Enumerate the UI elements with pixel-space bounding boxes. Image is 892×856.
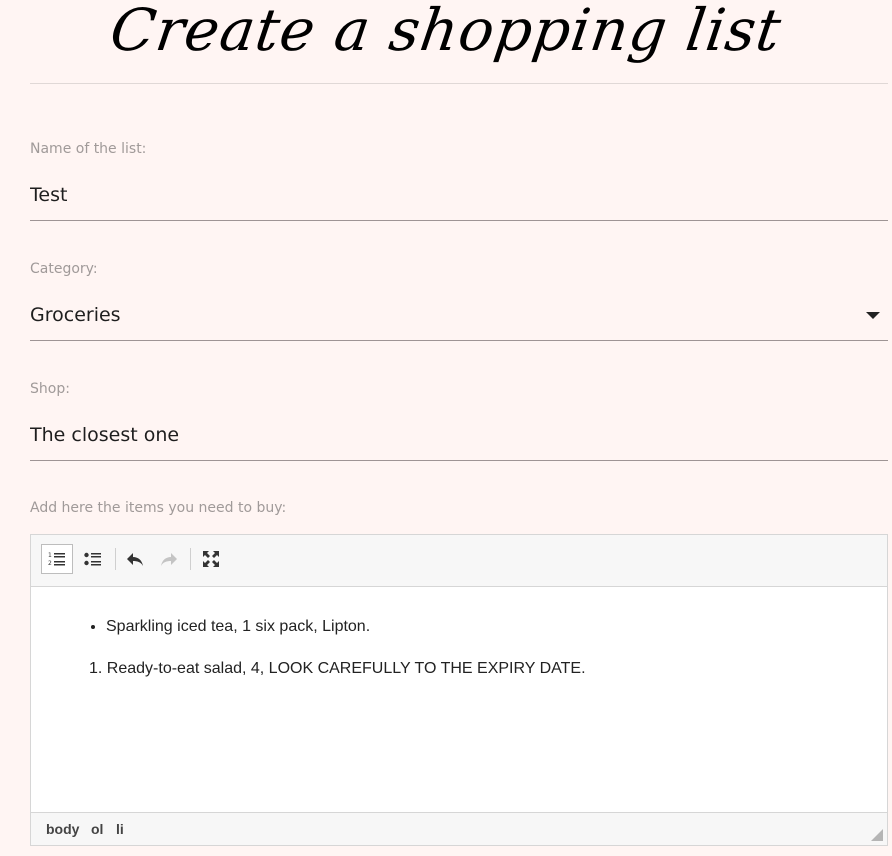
list-name-underline — [30, 220, 888, 221]
svg-text:1: 1 — [48, 552, 52, 559]
resize-handle-icon[interactable] — [871, 829, 883, 841]
path-crumb-li[interactable]: li — [116, 821, 124, 837]
shop-label: Shop: — [30, 381, 70, 397]
bulleted-list: Sparkling iced tea, 1 six pack, Lipton. — [106, 617, 370, 637]
items-field-group: Add here the items you need to buy: — [30, 500, 888, 518]
path-crumb-ol[interactable]: ol — [91, 821, 103, 837]
toolbar-separator — [115, 548, 116, 570]
redo-button[interactable] — [153, 544, 185, 574]
title-divider — [30, 83, 888, 84]
shop-field-group: Shop: — [30, 381, 888, 463]
shop-input[interactable] — [30, 423, 888, 447]
redo-icon — [161, 553, 177, 566]
category-selected-value: Groceries — [30, 304, 121, 326]
list-name-input[interactable] — [30, 183, 888, 207]
list-name-label: Name of the list: — [30, 141, 147, 157]
rich-text-editor: 1 2 • Sparkling iced tea, 1 six pack, Li… — [30, 534, 888, 846]
list-item: 1. Ready-to-eat salad, 4, LOOK CAREFULLY… — [89, 659, 586, 679]
numbered-list-icon: 1 2 — [48, 552, 65, 567]
category-underline — [30, 340, 888, 341]
numbered-list-button[interactable]: 1 2 — [41, 544, 73, 574]
items-label: Add here the items you need to buy: — [30, 500, 287, 516]
editor-content[interactable]: Sparkling iced tea, 1 six pack, Lipton. … — [31, 587, 887, 811]
bulleted-list-button[interactable] — [77, 544, 109, 574]
list-name-field-group: Name of the list: — [30, 141, 888, 223]
shop-underline — [30, 460, 888, 461]
list-item: Sparkling iced tea, 1 six pack, Lipton. — [106, 617, 370, 637]
fullscreen-icon — [203, 551, 219, 567]
list-item-number: 1. — [89, 660, 107, 677]
list-item-text: Ready-to-eat salad, 4, LOOK CAREFULLY TO… — [106, 660, 586, 677]
page-header: Create a shopping list — [0, 0, 892, 84]
chevron-down-icon[interactable] — [866, 312, 880, 319]
fullscreen-button[interactable] — [195, 544, 227, 574]
editor-statusbar: body ol li — [31, 812, 887, 845]
numbered-list: 1. Ready-to-eat salad, 4, LOOK CAREFULLY… — [89, 659, 586, 679]
category-label: Category: — [30, 261, 98, 277]
editor-toolbar: 1 2 — [31, 535, 887, 587]
path-crumb-body[interactable]: body — [46, 821, 79, 837]
undo-icon — [127, 553, 143, 566]
page-title: Create a shopping list — [106, 0, 786, 64]
category-select[interactable]: Groceries — [30, 303, 888, 327]
undo-button[interactable] — [119, 544, 151, 574]
category-field-group: Category: Groceries — [30, 261, 888, 343]
toolbar-separator — [190, 548, 191, 570]
bulleted-list-icon — [84, 552, 101, 566]
svg-text:2: 2 — [48, 560, 52, 567]
